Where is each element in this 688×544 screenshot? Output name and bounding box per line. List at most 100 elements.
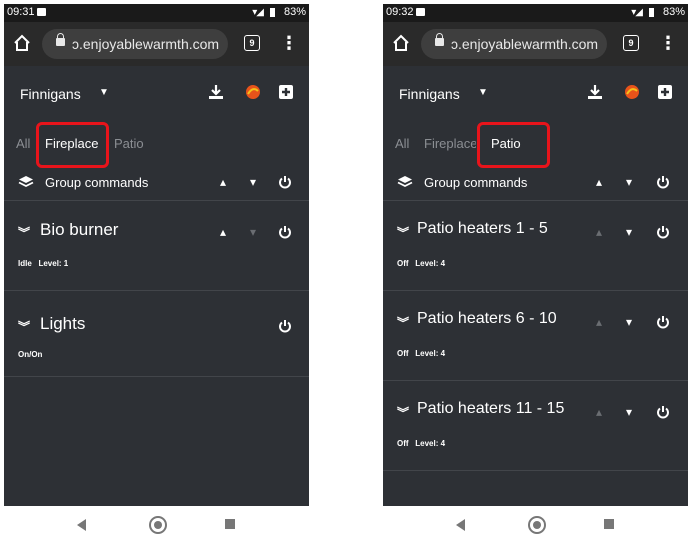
phone-screenshot-fireplace: 09:31 ▾◢ 83% ɔ.enjoyablewarmth.com 9 ⋮ F… [4, 4, 309, 544]
chevron-up-icon[interactable]: ▴ [596, 225, 602, 239]
tab-all[interactable]: All [395, 136, 409, 151]
url-text: ɔ.enjoyablewarmth.com [451, 36, 599, 52]
chevron-down-icon[interactable]: ▾ [626, 405, 632, 419]
wifi-signal-icon: ▾◢ [631, 7, 643, 18]
power-icon[interactable] [278, 319, 292, 333]
status-text: Off [397, 259, 409, 268]
group-title: Patio heaters 6 - 10 [417, 310, 557, 327]
status-time: 09:32 [386, 6, 414, 18]
status-text: Idle [18, 259, 32, 268]
group-title: Patio heaters 11 - 15 [417, 400, 565, 417]
weather-icon[interactable] [244, 83, 262, 101]
battery-icon [270, 8, 275, 17]
android-nav-bar [4, 506, 309, 544]
power-icon[interactable] [656, 175, 670, 189]
tab-all[interactable]: All [16, 136, 30, 151]
home-icon[interactable] [12, 33, 32, 53]
level-text: Level: 4 [415, 349, 446, 358]
power-icon[interactable] [656, 225, 670, 239]
address-bar[interactable]: ɔ.enjoyablewarmth.com [421, 29, 607, 59]
group-commands-row: Group commands ▴ ▾ [383, 166, 688, 201]
layers-icon [397, 176, 413, 188]
add-icon[interactable] [656, 83, 674, 101]
chevron-down-icon[interactable]: ▾ [626, 175, 632, 189]
power-icon[interactable] [278, 175, 292, 189]
site-selector[interactable]: Finnigans [20, 86, 81, 102]
power-icon[interactable] [656, 405, 670, 419]
power-icon[interactable] [278, 225, 292, 239]
group-commands-row: Group commands ▴ ▾ [4, 166, 309, 201]
site-selector[interactable]: Finnigans [399, 86, 460, 102]
phone-screenshot-patio: 09:32 ▾◢ 83% ɔ.enjoyablewarmth.com 9 ⋮ F… [383, 4, 688, 544]
double-chevron-down-icon[interactable]: ︾ [397, 224, 409, 241]
tab-switcher-button[interactable]: 9 [623, 35, 639, 51]
power-icon[interactable] [656, 315, 670, 329]
home-circle-icon[interactable] [149, 516, 167, 534]
battery-percent: 83% [662, 6, 685, 18]
caret-down-icon[interactable]: ▼ [478, 87, 488, 98]
recent-apps-icon[interactable] [225, 519, 235, 529]
status-bar: 09:31 ▾◢ 83% [4, 4, 309, 22]
chevron-up-icon[interactable]: ▴ [596, 175, 602, 189]
layers-icon [18, 176, 34, 188]
tab-fireplace[interactable]: Fireplace [424, 136, 476, 151]
group-commands-label: Group commands [45, 175, 149, 190]
recent-apps-icon[interactable] [604, 519, 614, 529]
chevron-up-icon[interactable]: ▴ [220, 225, 226, 239]
browser-menu-icon[interactable]: ⋮ [280, 32, 298, 54]
group-row: ︾ Patio heaters 11 - 15 ▴ ▾ Off Level: 4 [383, 380, 688, 471]
address-bar[interactable]: ɔ.enjoyablewarmth.com [42, 29, 228, 59]
home-circle-icon[interactable] [528, 516, 546, 534]
group-row: ︾ Lights On/On [4, 290, 309, 377]
chevron-down-icon[interactable]: ▾ [626, 225, 632, 239]
tab-patio[interactable]: Patio [114, 136, 144, 151]
app-content: Finnigans ▼ All Fireplace Patio Group co… [383, 66, 688, 506]
android-nav-bar [383, 506, 688, 544]
status-time: 09:31 [7, 6, 35, 18]
home-icon[interactable] [391, 33, 411, 53]
browser-toolbar: ɔ.enjoyablewarmth.com 9 ⋮ [4, 22, 309, 66]
app-header: Finnigans ▼ [4, 66, 309, 122]
lock-icon [56, 33, 65, 46]
weather-icon[interactable] [623, 83, 641, 101]
double-chevron-down-icon[interactable]: ︾ [18, 224, 30, 241]
app-header: Finnigans ▼ [383, 66, 688, 122]
group-status: Off Level: 4 [397, 259, 445, 268]
status-text: Off [397, 439, 409, 448]
group-tabs: All Fireplace Patio [383, 122, 688, 168]
level-text: Level: 4 [415, 439, 446, 448]
group-title: Bio burner [40, 220, 119, 239]
app-content: Finnigans ▼ All Fireplace Patio Group co… [4, 66, 309, 506]
download-icon[interactable] [207, 83, 225, 101]
chevron-down-icon[interactable]: ▾ [250, 175, 256, 189]
add-icon[interactable] [277, 83, 295, 101]
chevron-down-icon[interactable]: ▾ [250, 225, 256, 239]
tab-switcher-button[interactable]: 9 [244, 35, 260, 51]
back-icon[interactable] [77, 519, 86, 531]
download-icon[interactable] [586, 83, 604, 101]
caret-down-icon[interactable]: ▼ [99, 87, 109, 98]
highlight-box [477, 122, 550, 168]
battery-percent: 83% [283, 6, 306, 18]
double-chevron-down-icon[interactable]: ︾ [397, 314, 409, 331]
browser-toolbar: ɔ.enjoyablewarmth.com 9 ⋮ [383, 22, 688, 66]
chevron-up-icon[interactable]: ▴ [220, 175, 226, 189]
browser-menu-icon[interactable]: ⋮ [659, 32, 677, 54]
group-status: Idle Level: 1 [18, 259, 68, 268]
group-commands-label: Group commands [424, 175, 528, 190]
wifi-signal-icon: ▾◢ [252, 7, 264, 18]
group-status: Off Level: 4 [397, 439, 445, 448]
double-chevron-down-icon[interactable]: ︾ [397, 404, 409, 421]
double-chevron-down-icon[interactable]: ︾ [18, 318, 30, 335]
group-title: Patio heaters 1 - 5 [417, 220, 548, 237]
back-icon[interactable] [456, 519, 465, 531]
url-text: ɔ.enjoyablewarmth.com [72, 36, 220, 52]
status-text: On/On [18, 350, 43, 359]
group-row: ︾ Bio burner ▴ ▾ Idle Level: 1 [4, 200, 309, 291]
chevron-up-icon[interactable]: ▴ [596, 405, 602, 419]
group-row: ︾ Patio heaters 6 - 10 ▴ ▾ Off Level: 4 [383, 290, 688, 381]
chevron-up-icon[interactable]: ▴ [596, 315, 602, 329]
chevron-down-icon[interactable]: ▾ [626, 315, 632, 329]
group-row: ︾ Patio heaters 1 - 5 ▴ ▾ Off Level: 4 [383, 200, 688, 291]
status-text: Off [397, 349, 409, 358]
